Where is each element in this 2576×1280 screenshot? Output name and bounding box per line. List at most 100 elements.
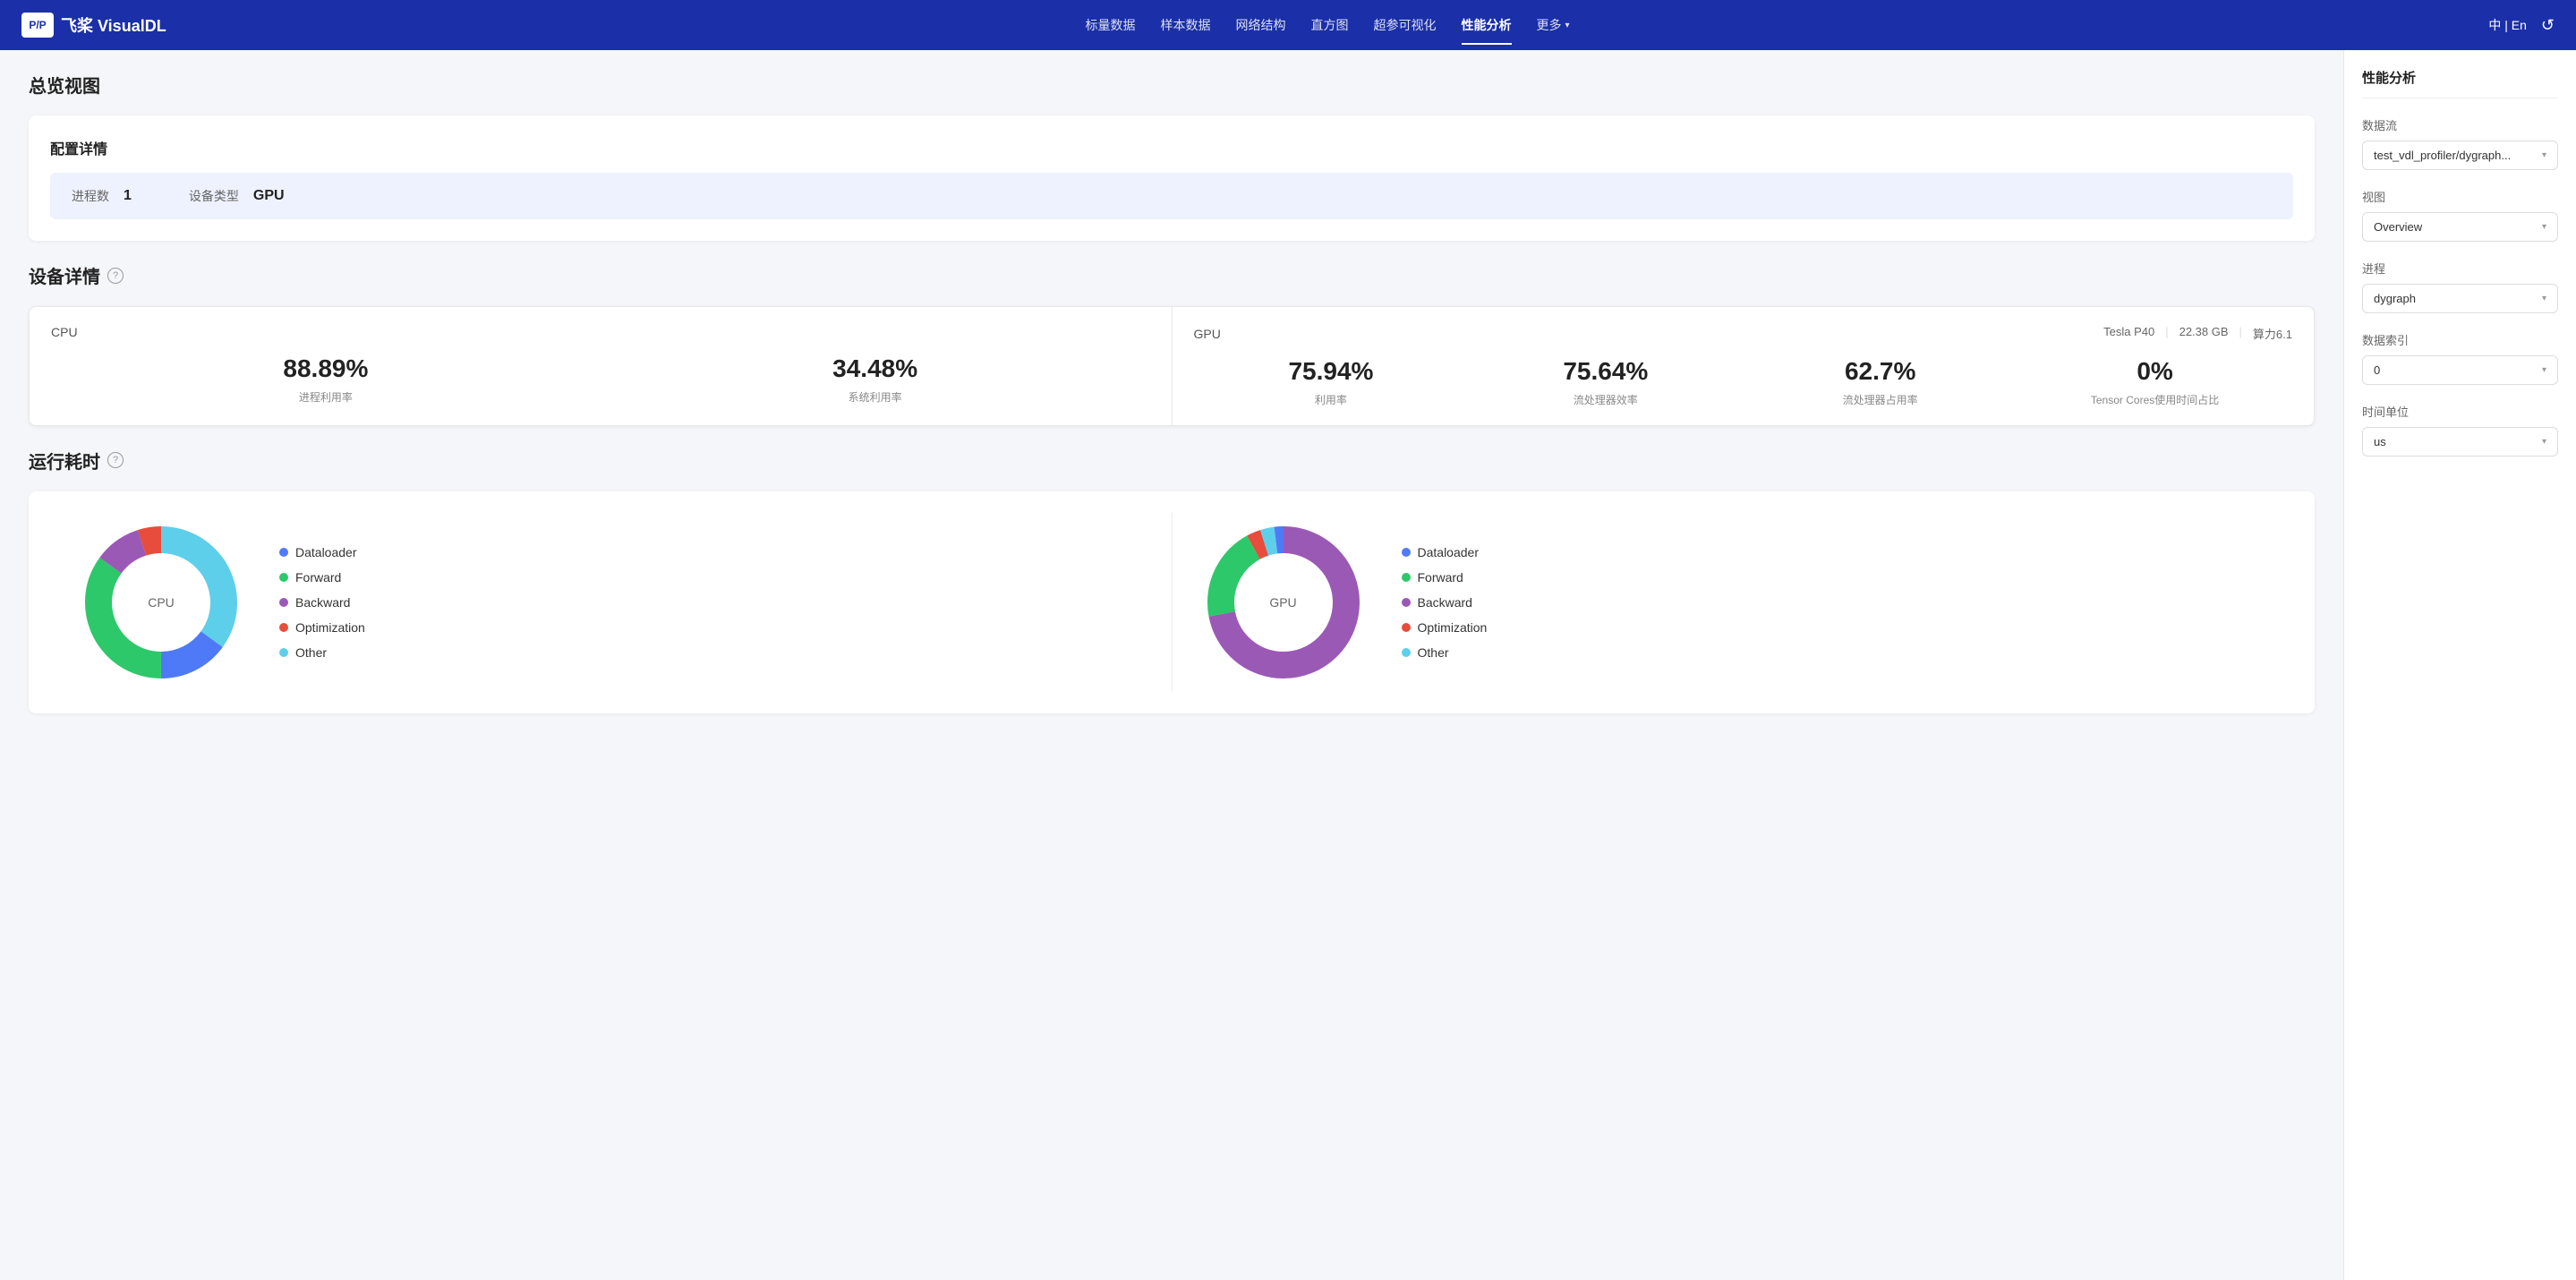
data-index-select[interactable]: 0 ▾ [2362,355,2558,385]
gpu-donut-wrap: GPU [1194,513,1373,692]
runtime-section-title: 运行耗时 [29,448,100,474]
cpu-metric-1-label: 系统利用率 [601,389,1150,405]
gpu-memory: 22.38 GB [2179,325,2229,342]
gpu-dataloader-dot [1402,548,1411,557]
sidebar-view-label: 视图 [2362,188,2558,205]
gpu-metric-0-label: 利用率 [1194,392,1469,407]
nav-item-more[interactable]: 更多 ▾ [1537,13,1570,38]
gpu-legend: Dataloader Forward Backward Optimiz [1402,545,1488,660]
nav-item-yangbenshuju[interactable]: 样本数据 [1161,13,1211,38]
time-unit-chevron-icon: ▾ [2542,437,2546,447]
nav-right: 中 | En ↺ [2488,16,2555,35]
gpu-label: GPU [1194,327,1221,341]
gpu-legend-dataloader: Dataloader [1402,545,1488,559]
sidebar-process-section: 进程 dygraph ▾ [2362,260,2558,313]
process-count-label: 进程数 [72,187,109,205]
gpu-compute: 算力6.1 [2253,325,2292,342]
optimization-dot [279,623,288,632]
page-title: 总览视图 [29,72,2315,98]
nav-items: 标量数据 样本数据 网络结构 直方图 超参可视化 性能分析 更多 ▾ [195,13,2461,38]
gpu-legend-optimization: Optimization [1402,620,1488,635]
main-layout: 总览视图 配置详情 进程数 1 设备类型 GPU 设备详情 ? [0,50,2576,1280]
cpu-metrics-row: 88.89% 进程利用率 34.48% 系统利用率 [51,354,1150,405]
main-content: 总览视图 配置详情 进程数 1 设备类型 GPU 设备详情 ? [0,50,2343,1280]
gpu-metric-2-label: 流处理器占用率 [1743,392,2017,407]
sidebar-time-unit-label: 时间单位 [2362,403,2558,420]
config-row: 进程数 1 设备类型 GPU [50,173,2293,219]
other-dot [279,648,288,657]
device-card: CPU 88.89% 进程利用率 34.48% 系统利用率 [29,306,2315,426]
gpu-metric-3: 0% Tensor Cores使用时间占比 [2017,356,2292,407]
gpu-metric-3-value: 0% [2017,356,2292,387]
cpu-label: CPU [51,325,1150,339]
process-count-value: 1 [124,188,132,204]
cpu-donut-label: CPU [148,595,175,610]
device-type-value: GPU [253,188,285,204]
config-card: 配置详情 进程数 1 设备类型 GPU [29,115,2315,241]
runtime-section-wrap: 运行耗时 ? [29,448,2315,713]
gpu-dataloader-label: Dataloader [1418,545,1480,559]
gpu-optimization-label: Optimization [1418,620,1488,635]
runtime-cpu-half: CPU Dataloader Forward Bac [50,513,1172,692]
gpu-metric-1-label: 流处理器效率 [1468,392,1743,407]
lang-switch[interactable]: 中 | En [2488,16,2527,34]
gpu-metric-2-value: 62.7% [1743,356,2017,387]
gpu-metric-0-value: 75.94% [1194,356,1469,387]
sidebar-process-label: 进程 [2362,260,2558,277]
time-unit-value: us [2374,435,2542,448]
gpu-forward-label: Forward [1418,570,1463,585]
sidebar-time-unit-section: 时间单位 us ▾ [2362,403,2558,457]
view-chevron-icon: ▾ [2542,222,2546,232]
forward-label: Forward [295,570,341,585]
gpu-legend-forward: Forward [1402,570,1488,585]
gpu-metric-2: 62.7% 流处理器占用率 [1743,356,2017,407]
nav-item-biaoliangshuju[interactable]: 标量数据 [1086,13,1136,38]
process-select[interactable]: dygraph ▾ [2362,284,2558,313]
gpu-other-label: Other [1418,645,1449,660]
view-select[interactable]: Overview ▾ [2362,212,2558,242]
nav-item-zhifangtu[interactable]: 直方图 [1311,13,1349,38]
cpu-legend-dataloader: Dataloader [279,545,365,559]
cpu-metric-1-value: 34.48% [601,354,1150,384]
logo: P/P 飞桨 VisualDL [21,13,166,38]
nav-item-wangluojiegou[interactable]: 网络结构 [1236,13,1286,38]
cpu-legend: Dataloader Forward Backward Optimiz [279,545,365,660]
refresh-icon[interactable]: ↺ [2541,16,2555,35]
runtime-help-icon[interactable]: ? [107,452,124,468]
cpu-legend-forward: Forward [279,570,365,585]
chevron-down-icon: ▾ [1565,21,1570,30]
gpu-optimization-dot [1402,623,1411,632]
gpu-info-tags: Tesla P40 | 22.38 GB | 算力6.1 [2103,325,2292,342]
gpu-legend-backward: Backward [1402,595,1488,610]
logo-icon: P/P [21,13,54,38]
runtime-container: CPU Dataloader Forward Bac [29,491,2315,713]
process-chevron-icon: ▾ [2542,294,2546,303]
other-label: Other [295,645,327,660]
device-type-item: 设备类型 GPU [189,187,285,205]
gpu-metric-1-value: 75.64% [1468,356,1743,387]
dataloader-dot [279,548,288,557]
gpu-forward-dot [1402,573,1411,582]
cpu-metric-0-label: 进程利用率 [51,389,601,405]
device-section-header: 设备详情 ? [29,262,2315,288]
cpu-section: CPU 88.89% 进程利用率 34.48% 系统利用率 [30,307,1172,425]
sidebar-data-index-section: 数据索引 0 ▾ [2362,331,2558,385]
gpu-model: Tesla P40 [2103,325,2154,342]
config-title: 配置详情 [50,137,2293,158]
device-section-wrap: 设备详情 ? CPU 88.89% 进程利用率 34.48 [29,262,2315,426]
data-index-chevron-icon: ▾ [2542,365,2546,375]
sidebar-data-index-label: 数据索引 [2362,331,2558,348]
gpu-backward-label: Backward [1418,595,1472,610]
nav-item-xingneng[interactable]: 性能分析 [1462,13,1512,38]
time-unit-select[interactable]: us ▾ [2362,427,2558,457]
nav-item-chaocan[interactable]: 超参可视化 [1374,13,1437,38]
runtime-section-header: 运行耗时 ? [29,448,2315,474]
top-navigation: P/P 飞桨 VisualDL 标量数据 样本数据 网络结构 直方图 超参可视化… [0,0,2576,50]
datastream-value: test_vdl_profiler/dygraph... [2374,149,2542,162]
datastream-select[interactable]: test_vdl_profiler/dygraph... ▾ [2362,141,2558,170]
device-help-icon[interactable]: ? [107,268,124,284]
gpu-donut-label: GPU [1269,595,1296,610]
gpu-legend-other: Other [1402,645,1488,660]
data-index-value: 0 [2374,363,2542,377]
logo-text: 飞桨 VisualDL [61,13,166,37]
